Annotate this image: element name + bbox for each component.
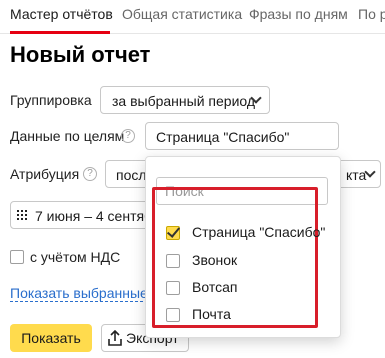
goals-label: Данные по целям <box>10 128 125 144</box>
grouping-label: Группировка <box>10 92 92 108</box>
attribution-select-value: посл <box>116 167 147 183</box>
goal-option-label: Звонок <box>192 252 238 268</box>
show-button[interactable]: Показать <box>10 324 92 352</box>
page-title: Новый отчет <box>10 42 151 67</box>
checkmark-icon <box>166 224 181 238</box>
goal-checkbox[interactable] <box>166 224 181 240</box>
question-circle-icon[interactable]: ? <box>121 129 135 143</box>
attribution-select-value-tail: кта <box>346 167 367 183</box>
grouping-select[interactable]: за выбранный период <box>100 86 270 114</box>
goal-option-label: Вотсап <box>192 279 238 295</box>
show-selected-link[interactable]: Показать выбранные <box>10 285 148 302</box>
tab-general-stats[interactable]: Общая статистика <box>122 6 242 22</box>
goal-checkbox[interactable] <box>166 281 180 295</box>
active-tab-indicator <box>10 31 110 34</box>
goal-option-label: Почта <box>192 306 231 322</box>
goal-option-call[interactable]: Звонок <box>166 249 326 273</box>
goal-option-mail[interactable]: Почта <box>166 303 326 327</box>
attribution-label: Атрибуция <box>10 166 80 182</box>
vat-checkbox[interactable] <box>10 250 24 264</box>
tab-report-wizard[interactable]: Мастер отчётов <box>10 6 113 22</box>
goals-dropdown: Страница "Спасибо" Звонок Вотсап Почта <box>145 156 341 338</box>
vat-label: с учётом НДС <box>30 249 121 265</box>
goal-option-label: Страница "Спасибо" <box>192 224 326 240</box>
grouping-select-value: за выбранный период <box>112 93 256 109</box>
goal-option-whatsapp[interactable]: Вотсап <box>166 276 326 300</box>
calendar-icon <box>17 210 31 222</box>
goal-option-thanks[interactable]: Страница "Спасибо" <box>166 221 326 245</box>
goal-checkbox[interactable] <box>166 308 180 322</box>
goal-checkbox[interactable] <box>166 254 180 268</box>
tab-by-region[interactable]: По р <box>358 6 385 22</box>
goals-select-value: Страница "Спасибо" <box>156 129 290 145</box>
upload-icon <box>108 330 122 346</box>
tabs-bar: Мастер отчётов Общая статистика Фразы по… <box>0 0 385 34</box>
goals-select[interactable]: Страница "Спасибо" <box>145 122 339 150</box>
period-picker[interactable]: 7 июня – 4 сентябр <box>10 201 160 229</box>
question-circle-icon[interactable]: ? <box>83 167 97 181</box>
tab-phrases-by-day[interactable]: Фразы по дням <box>249 6 348 22</box>
period-picker-value: 7 июня – 4 сентябр <box>35 208 160 224</box>
